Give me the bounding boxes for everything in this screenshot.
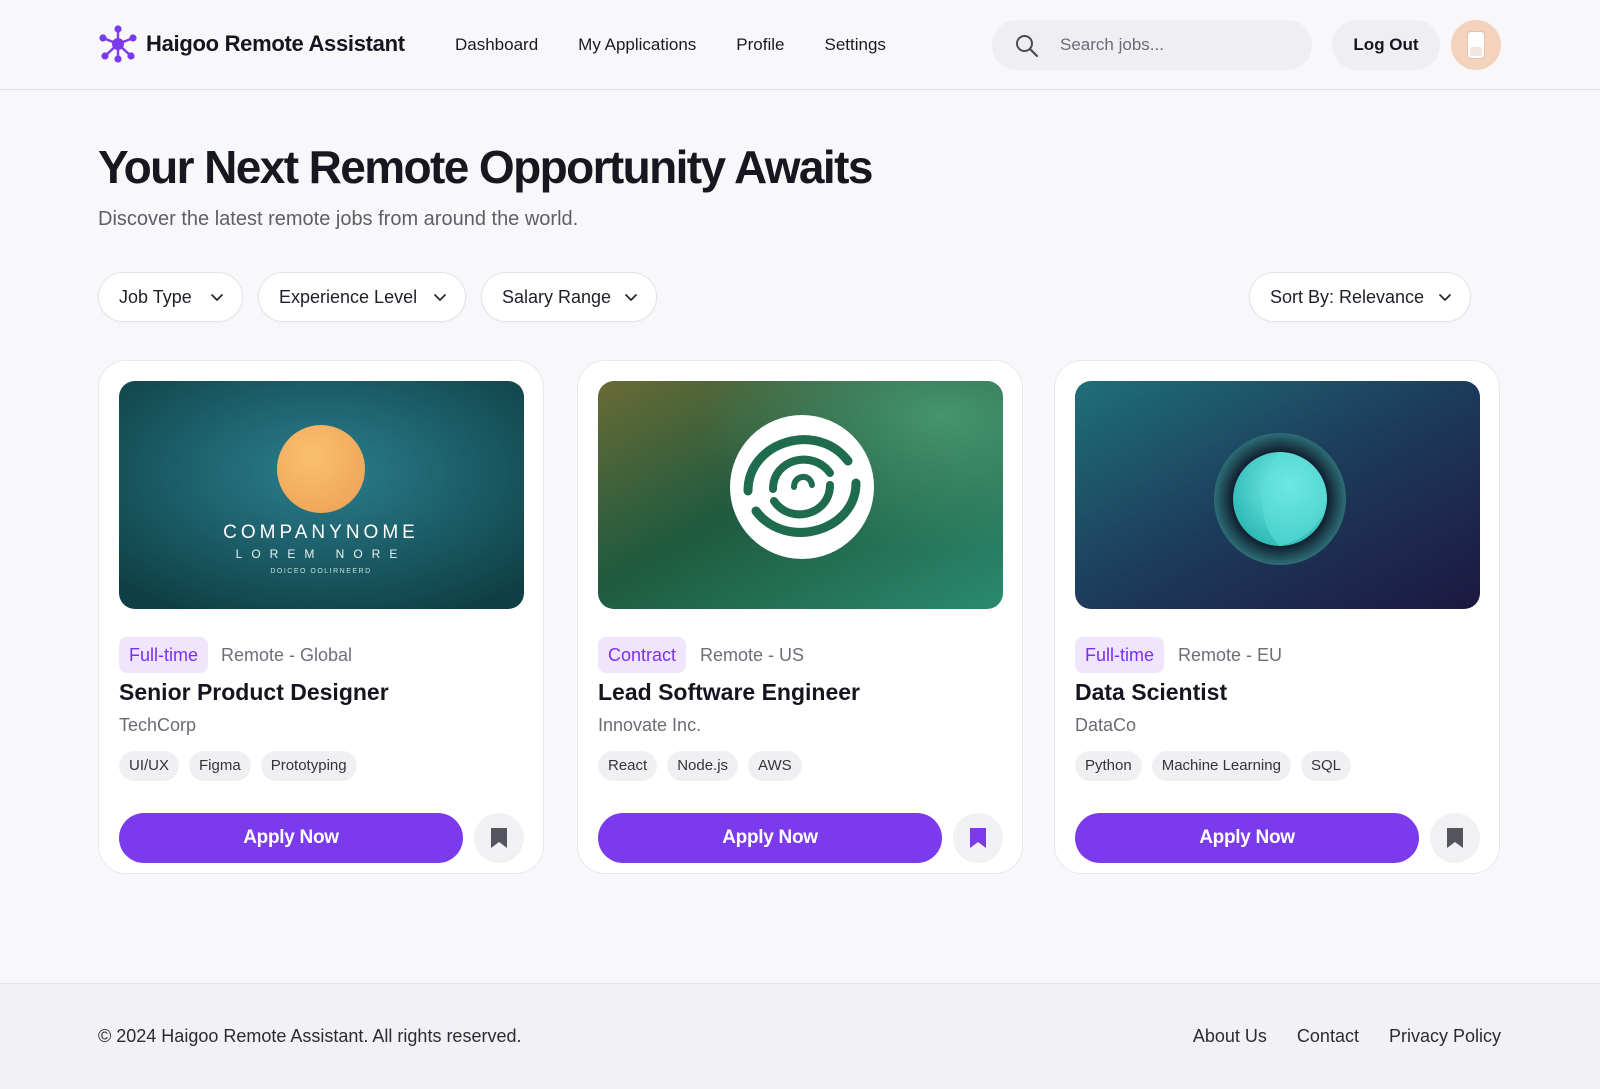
skill-tag: Python xyxy=(1075,751,1142,781)
company-logo-image: COMPANYNOME LOREM NORE DOICEO OOLIRNEERD xyxy=(119,381,524,609)
job-card[interactable]: Full-time Remote - EU Data Scientist Dat… xyxy=(1054,360,1500,874)
bookmark-filled-icon xyxy=(970,828,986,848)
apply-now-button[interactable]: Apply Now xyxy=(119,813,463,863)
search-bar[interactable] xyxy=(992,20,1312,70)
log-out-button[interactable]: Log Out xyxy=(1332,20,1440,70)
job-title[interactable]: Senior Product Designer xyxy=(119,679,389,706)
job-location: Remote - Global xyxy=(221,645,353,665)
nav-my-applications[interactable]: My Applications xyxy=(578,35,696,55)
page-title: Your Next Remote Opportunity Awaits xyxy=(98,141,873,193)
footer-links: About Us Contact Privacy Policy xyxy=(1163,1026,1501,1047)
experience-level-filter[interactable]: Experience Level xyxy=(258,272,466,322)
user-avatar[interactable] xyxy=(1451,20,1501,70)
footer-link-about-us[interactable]: About Us xyxy=(1193,1026,1267,1047)
page-footer: © 2024 Haigoo Remote Assistant. All righ… xyxy=(0,983,1600,1089)
molecule-logo-icon xyxy=(99,25,137,63)
skill-tags: UI/UX Figma Prototyping xyxy=(119,751,367,781)
phone-icon xyxy=(1468,32,1484,58)
logo-line-3: DOICEO OOLIRNEERD xyxy=(270,568,371,575)
logo-line-2: LOREM NORE xyxy=(236,547,407,561)
salary-range-filter[interactable]: Salary Range xyxy=(481,272,657,322)
page-subtitle: Discover the latest remote jobs from aro… xyxy=(98,208,579,230)
company-logo-image xyxy=(1075,381,1480,609)
sort-dropdown[interactable]: Sort By: Relevance xyxy=(1249,272,1471,322)
logo-line-1: COMPANYNOME xyxy=(223,522,419,543)
job-type-filter[interactable]: Job Type xyxy=(98,272,243,322)
apply-now-button[interactable]: Apply Now xyxy=(598,813,942,863)
job-location: Remote - US xyxy=(700,645,805,665)
skill-tag: Machine Learning xyxy=(1151,751,1291,781)
copyright-text: © 2024 Haigoo Remote Assistant. All righ… xyxy=(98,1026,522,1046)
footer-link-privacy-policy[interactable]: Privacy Policy xyxy=(1389,1026,1501,1047)
job-type-filter-label: Job Type xyxy=(119,286,192,307)
nav-profile[interactable]: Profile xyxy=(736,35,784,55)
swirl-logo-icon xyxy=(598,381,1003,609)
job-title[interactable]: Lead Software Engineer xyxy=(598,679,860,706)
job-title[interactable]: Data Scientist xyxy=(1075,679,1227,706)
nav-dashboard[interactable]: Dashboard xyxy=(455,35,538,55)
job-card[interactable]: Contract Remote - US Lead Software Engin… xyxy=(577,360,1023,874)
job-card[interactable]: COMPANYNOME LOREM NORE DOICEO OOLIRNEERD… xyxy=(98,360,544,874)
main-nav: Dashboard My Applications Profile Settin… xyxy=(455,0,926,90)
job-location: Remote - EU xyxy=(1178,645,1283,665)
company-logo-image xyxy=(598,381,1003,609)
chevron-down-icon xyxy=(625,294,637,301)
apply-now-button[interactable]: Apply Now xyxy=(1075,813,1419,863)
job-type-badge: Full-time xyxy=(1075,637,1165,673)
company-name: DataCo xyxy=(1075,715,1137,735)
company-name: TechCorp xyxy=(119,715,197,735)
brand-logo[interactable]: Haigoo Remote Assistant xyxy=(98,24,405,64)
company-name: Innovate Inc. xyxy=(598,715,702,735)
experience-filter-label: Experience Level xyxy=(279,286,418,307)
skill-tags: Python Machine Learning SQL xyxy=(1075,751,1361,781)
skill-tags: React Node.js AWS xyxy=(598,751,812,781)
footer-link-contact[interactable]: Contact xyxy=(1297,1026,1359,1047)
top-header: Haigoo Remote Assistant Dashboard My App… xyxy=(0,0,1600,90)
job-type-badge: Full-time xyxy=(119,637,209,673)
bookmark-button[interactable] xyxy=(1430,813,1480,863)
skill-tag: SQL xyxy=(1300,751,1351,781)
chevron-down-icon xyxy=(211,294,223,301)
orb-logo-icon xyxy=(1075,381,1480,609)
skill-tag: React xyxy=(598,751,658,781)
techcorp-logo-icon: COMPANYNOME LOREM NORE DOICEO OOLIRNEERD xyxy=(119,381,524,609)
skill-tag: AWS xyxy=(748,751,802,781)
sort-label: Sort By: Relevance xyxy=(1270,286,1425,307)
brand-name: Haigoo Remote Assistant xyxy=(146,31,405,56)
chevron-down-icon xyxy=(1439,294,1451,301)
chevron-down-icon xyxy=(434,294,446,301)
search-input[interactable] xyxy=(1060,20,1300,70)
job-type-badge: Contract xyxy=(598,637,687,673)
bookmark-icon xyxy=(1447,828,1463,848)
salary-filter-label: Salary Range xyxy=(502,286,612,307)
skill-tag: UI/UX xyxy=(119,751,180,781)
skill-tag: Node.js xyxy=(667,751,739,781)
nav-settings[interactable]: Settings xyxy=(824,35,885,55)
search-icon xyxy=(1016,35,1039,58)
bookmark-button[interactable] xyxy=(474,813,524,863)
bookmark-icon xyxy=(491,828,507,848)
skill-tag: Prototyping xyxy=(260,751,357,781)
bookmark-button-active[interactable] xyxy=(953,813,1003,863)
skill-tag: Figma xyxy=(189,751,251,781)
